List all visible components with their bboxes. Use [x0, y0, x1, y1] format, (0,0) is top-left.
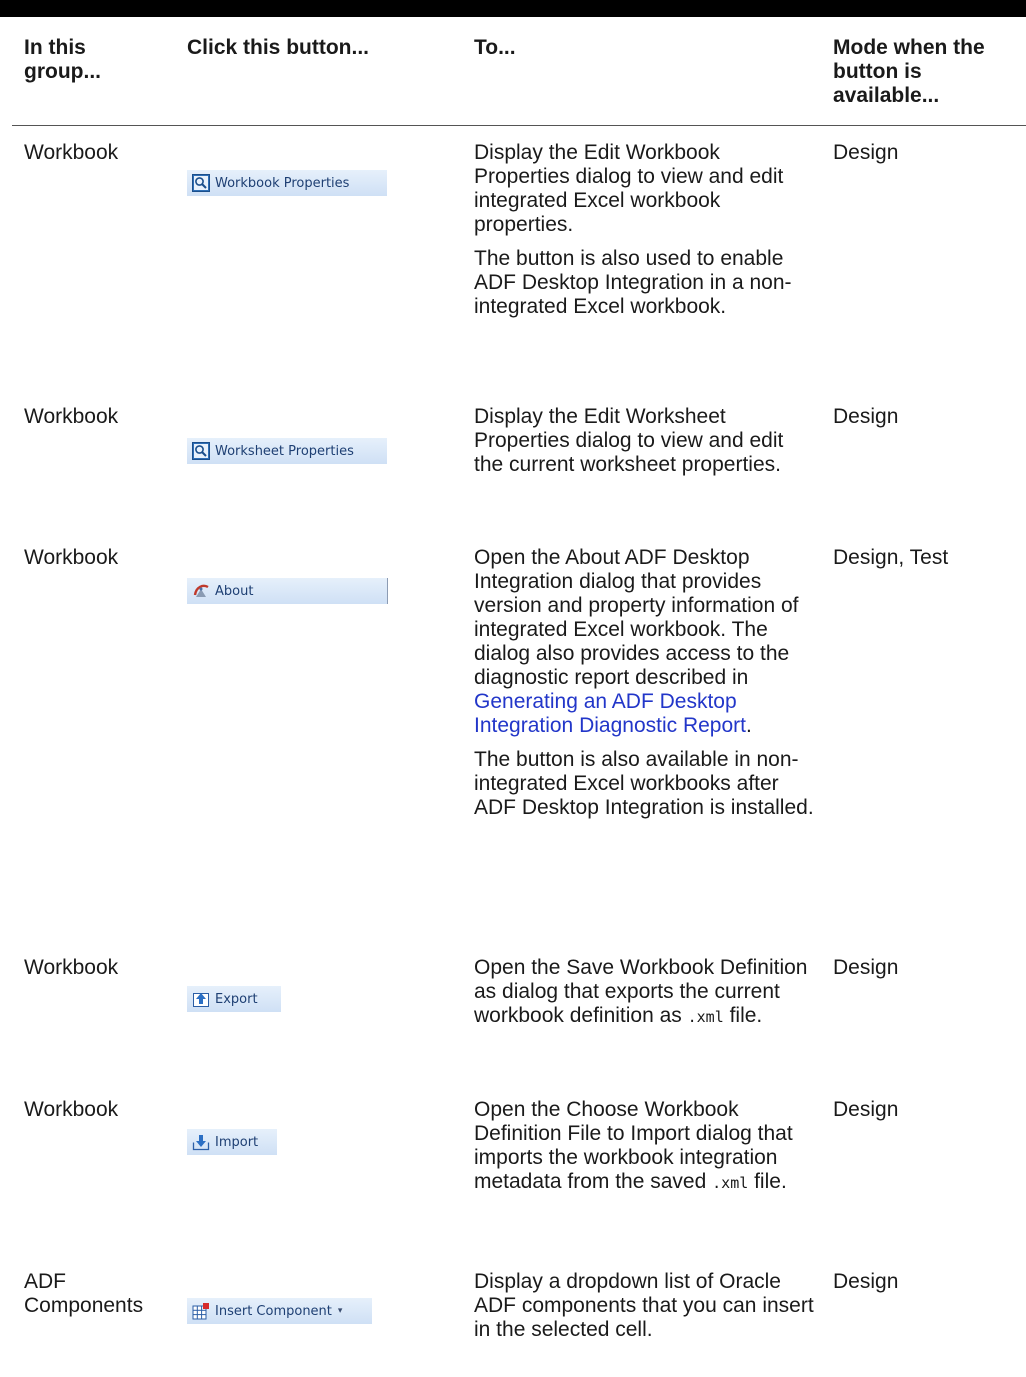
button-label: Import: [215, 1134, 259, 1150]
mode-cell: Design: [833, 405, 899, 428]
description-cell: Display the Edit Workbook Properties dia…: [474, 141, 814, 319]
button-label: Worksheet Properties: [215, 443, 354, 459]
column-header-to: To...: [474, 36, 516, 59]
column-header-mode: Mode when the button is available...: [833, 36, 985, 107]
description-text: The button is also used to enable ADF De…: [474, 247, 792, 318]
workbook-properties-button[interactable]: Workbook Properties: [187, 170, 387, 196]
magnifier-icon: [192, 174, 210, 192]
description-text: Open the Save Workbook Definition as dia…: [474, 956, 808, 1027]
description-text: Display a dropdown list of Oracle ADF co…: [474, 1270, 814, 1341]
column-header-button: Click this button...: [187, 36, 369, 59]
header-divider: [12, 125, 1026, 126]
description-text: Open the About ADF Desktop Integration d…: [474, 546, 799, 737]
description-cell: Open the Choose Workbook Definition File…: [474, 1098, 814, 1195]
table-top-rule: [0, 0, 1026, 17]
code-text: .xml: [687, 1008, 724, 1026]
insert-component-button[interactable]: Insert Component ▾: [187, 1298, 372, 1324]
diagnostic-report-link[interactable]: Generating an ADF Desktop Integration Di…: [474, 690, 746, 737]
about-logo-icon: [192, 582, 210, 600]
description-cell: Open the Save Workbook Definition as dia…: [474, 956, 814, 1029]
description-text: The button is also available in non-inte…: [474, 748, 814, 819]
export-button[interactable]: Export: [187, 986, 281, 1012]
worksheet-properties-button[interactable]: Worksheet Properties: [187, 438, 387, 464]
chevron-down-icon[interactable]: ▾: [338, 1306, 343, 1316]
description-cell: Open the About ADF Desktop Integration d…: [474, 546, 814, 820]
description-text: Open the Choose Workbook Definition File…: [474, 1098, 793, 1193]
column-header-group: In this group...: [24, 36, 101, 83]
description-cell: Display the Edit Worksheet Properties di…: [474, 405, 814, 477]
group-cell: Workbook: [24, 405, 119, 428]
mode-cell: Design: [833, 1270, 899, 1293]
import-arrow-icon: [192, 1133, 210, 1151]
group-cell: ADF Components: [24, 1270, 144, 1317]
button-label: Insert Component: [215, 1303, 332, 1319]
button-label: About: [215, 583, 254, 599]
description-text: Display the Edit Worksheet Properties di…: [474, 405, 784, 476]
about-button[interactable]: About: [187, 578, 388, 604]
code-text: .xml: [712, 1174, 749, 1192]
mode-cell: Design: [833, 141, 899, 164]
magnifier-icon: [192, 442, 210, 460]
button-label: Workbook Properties: [215, 175, 350, 191]
button-label: Export: [215, 991, 258, 1007]
mode-cell: Design: [833, 956, 899, 979]
insert-component-icon: [192, 1302, 210, 1320]
group-cell: Workbook: [24, 1098, 119, 1121]
mode-cell: Design, Test: [833, 546, 949, 569]
group-cell: Workbook: [24, 546, 119, 569]
export-arrow-icon: [192, 990, 210, 1008]
import-button[interactable]: Import: [187, 1129, 277, 1155]
description-cell: Display a dropdown list of Oracle ADF co…: [474, 1270, 814, 1342]
group-cell: Workbook: [24, 141, 119, 164]
group-cell: Workbook: [24, 956, 119, 979]
mode-cell: Design: [833, 1098, 899, 1121]
description-text: Display the Edit Workbook Properties dia…: [474, 141, 784, 236]
